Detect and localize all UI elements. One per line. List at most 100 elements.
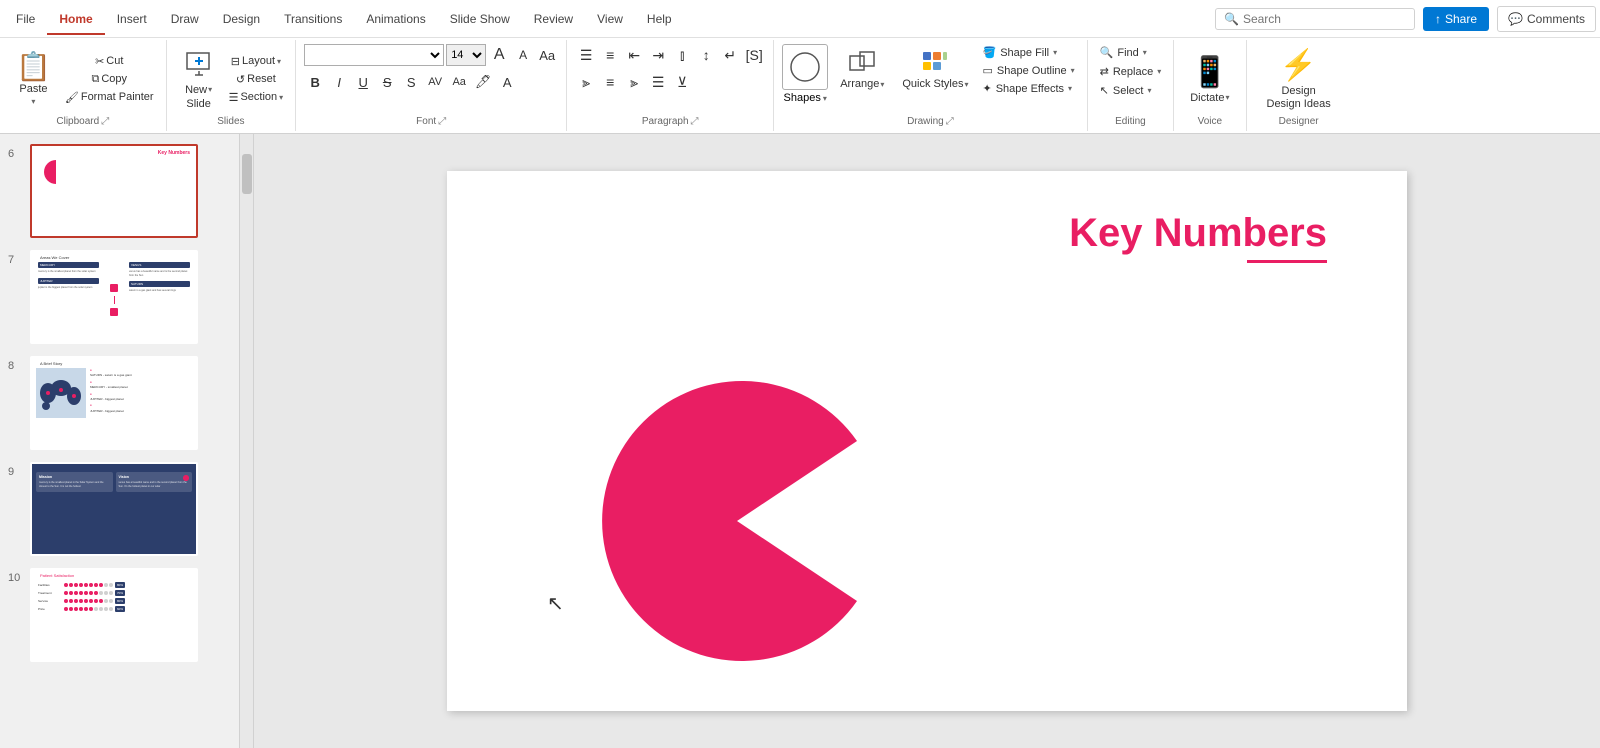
slide9-boxes: Mission mercury is the smallest planet i… <box>36 472 192 492</box>
shape-outline-button[interactable]: ▭ Shape Outline ▾ <box>979 62 1079 79</box>
font-color-button[interactable]: A <box>496 71 518 93</box>
quick-styles-button[interactable]: Quick Styles ▾ <box>896 44 974 94</box>
new-slide-dropdown-icon[interactable]: ▾ <box>208 85 212 94</box>
panel-scroll-area[interactable] <box>240 134 254 748</box>
slide-item-7[interactable]: 7 Areas We Cover MERCURY mercury is the … <box>0 248 239 346</box>
slide-thumb-7[interactable]: Areas We Cover MERCURY mercury is the sm… <box>30 250 198 344</box>
search-input[interactable] <box>1243 12 1406 26</box>
drawing-expand-icon[interactable]: ⤢ <box>946 116 954 127</box>
copy-icon: ⧉ <box>91 73 99 86</box>
slide-number-8: 8 <box>8 356 24 372</box>
align-center-button[interactable]: ≡ <box>599 71 621 93</box>
font-name-select[interactable] <box>304 44 444 66</box>
tab-transitions[interactable]: Transitions <box>272 4 354 34</box>
increase-font-size-button[interactable]: A <box>488 44 510 66</box>
new-slide-button[interactable]: New ▾ Slide <box>175 45 223 114</box>
ribbon-right-actions: 🔍 ↑ Share 💬 Comments <box>1215 6 1596 32</box>
slide-canvas[interactable]: Key Numbers ↖ <box>447 171 1407 711</box>
arrange-button[interactable]: Arrange ▾ <box>832 44 892 94</box>
voice-group-content: 📱 Dictate ▾ <box>1182 44 1237 114</box>
slide10-row-3: Service 80% <box>38 598 190 604</box>
quick-styles-dropdown-icon: ▾ <box>964 80 968 89</box>
slide-item-10[interactable]: 10 Patient Satisfaction Facilities 80% <box>0 566 239 664</box>
tab-review[interactable]: Review <box>522 4 585 34</box>
slide-item-8[interactable]: 8 A Brief Story <box>0 354 239 452</box>
font-expand-icon[interactable]: ⤢ <box>438 116 446 127</box>
decrease-indent-button[interactable]: ⇤ <box>623 44 645 66</box>
format-painter-button[interactable]: 🖌 Format Painter <box>61 89 158 106</box>
reset-button[interactable]: ↺ Reset <box>225 71 288 88</box>
tab-file[interactable]: File <box>4 4 47 34</box>
clipboard-group-label: Clipboard ⤢ <box>56 114 109 127</box>
highlight-color-button[interactable]: 🖊 <box>472 71 494 93</box>
font-size-select[interactable]: 14 <box>446 44 486 66</box>
shape-fill-icon: 🪣 <box>983 46 997 59</box>
tab-slideshow[interactable]: Slide Show <box>438 4 522 34</box>
bullets-button[interactable]: ☰ <box>575 44 597 66</box>
share-button[interactable]: ↑ Share <box>1423 7 1489 31</box>
tab-help[interactable]: Help <box>635 4 684 34</box>
slide6-bg: Key Numbers <box>32 146 196 236</box>
shape-effects-button[interactable]: ✦ Shape Effects ▾ <box>979 80 1079 97</box>
decrease-font-size-button[interactable]: A <box>512 44 534 66</box>
layout-button[interactable]: ⊟ Layout ▾ <box>225 53 288 70</box>
section-button[interactable]: ☰ Section ▾ <box>225 89 288 106</box>
change-case-button[interactable]: Aa <box>448 71 470 93</box>
align-left-button[interactable]: ⫸ <box>575 71 597 93</box>
cursor: ↖ <box>547 591 564 616</box>
design-ideas-button[interactable]: ⚡ Design Design Ideas <box>1255 44 1343 114</box>
slide-thumb-8[interactable]: A Brief Story <box>30 356 198 450</box>
copy-button[interactable]: ⧉ Copy <box>61 71 158 88</box>
slide-thumb-6[interactable]: Key Numbers <box>30 144 198 238</box>
tab-view[interactable]: View <box>585 4 635 34</box>
shape-fill-button[interactable]: 🪣 Shape Fill ▾ <box>979 44 1079 61</box>
vertical-align-button[interactable]: ⊻ <box>671 71 693 93</box>
clipboard-expand-icon[interactable]: ⤢ <box>101 116 109 127</box>
cut-button[interactable]: ✂ Cut <box>61 53 158 70</box>
tab-home[interactable]: Home <box>47 4 104 34</box>
increase-indent-button[interactable]: ⇥ <box>647 44 669 66</box>
canvas-title[interactable]: Key Numbers <box>1069 211 1327 263</box>
align-right-button[interactable]: ⫸ <box>623 71 645 93</box>
tab-draw[interactable]: Draw <box>159 4 211 34</box>
columns-button[interactable]: ⫾ <box>671 44 693 66</box>
slide8-title: A Brief Story <box>40 361 62 366</box>
tab-design[interactable]: Design <box>211 4 272 34</box>
underline-button[interactable]: U <box>352 71 374 93</box>
search-box[interactable]: 🔍 <box>1215 8 1415 30</box>
line-spacing-button[interactable]: ↕ <box>695 44 717 66</box>
dictate-button[interactable]: 📱 Dictate ▾ <box>1182 51 1237 108</box>
clear-formatting-button[interactable]: Aa <box>536 44 558 66</box>
slide-thumb-9[interactable]: Mission mercury is the smallest planet i… <box>30 462 198 556</box>
replace-button[interactable]: ⇄ Replace ▾ <box>1096 63 1166 80</box>
find-button[interactable]: 🔍 Find ▾ <box>1096 44 1151 61</box>
slide-number-7: 7 <box>8 250 24 266</box>
slide-item-9[interactable]: 9 Mission mercury is the smallest planet… <box>0 460 239 558</box>
bold-button[interactable]: B <box>304 71 326 93</box>
strikethrough-button[interactable]: S <box>376 71 398 93</box>
slide10-title: Patient Satisfaction <box>40 573 74 578</box>
numbering-button[interactable]: ≡ <box>599 44 621 66</box>
slide9-box-vision: Vision venus has a beautiful name and is… <box>116 472 193 492</box>
comments-button[interactable]: 💬 Comments <box>1497 6 1596 32</box>
direction-button[interactable]: ↵ <box>719 44 741 66</box>
paste-button[interactable]: 📋 Paste ▾ <box>8 49 59 110</box>
convert-to-smartart-button[interactable]: [S] <box>743 44 765 66</box>
panel-scroll-thumb[interactable] <box>242 154 252 194</box>
canvas-area[interactable]: Key Numbers ↖ <box>254 134 1600 748</box>
text-shadow-button[interactable]: S <box>400 71 422 93</box>
tab-animations[interactable]: Animations <box>354 4 437 34</box>
paragraph-expand-icon[interactable]: ⤢ <box>691 116 699 127</box>
select-button[interactable]: ↖ Select ▾ <box>1096 82 1156 99</box>
char-spacing-button[interactable]: AV <box>424 71 446 93</box>
italic-button[interactable]: I <box>328 71 350 93</box>
slide-item-6[interactable]: 6 Key Numbers <box>0 142 239 240</box>
justify-button[interactable]: ☰ <box>647 71 669 93</box>
slide10-rows: Facilities 80% Treatment 70% <box>38 582 190 614</box>
canvas-pie-shape[interactable] <box>587 371 887 671</box>
slides-panel[interactable]: 6 Key Numbers 7 Areas We Cover MERCUR <box>0 134 240 748</box>
tab-insert[interactable]: Insert <box>105 4 159 34</box>
slide-thumb-10[interactable]: Patient Satisfaction Facilities 80% Trea… <box>30 568 198 662</box>
font-group: 14 A A Aa B I U S S AV Aa 🖊 A <box>296 40 567 131</box>
shapes-button[interactable]: Shapes ▾ <box>784 92 827 104</box>
